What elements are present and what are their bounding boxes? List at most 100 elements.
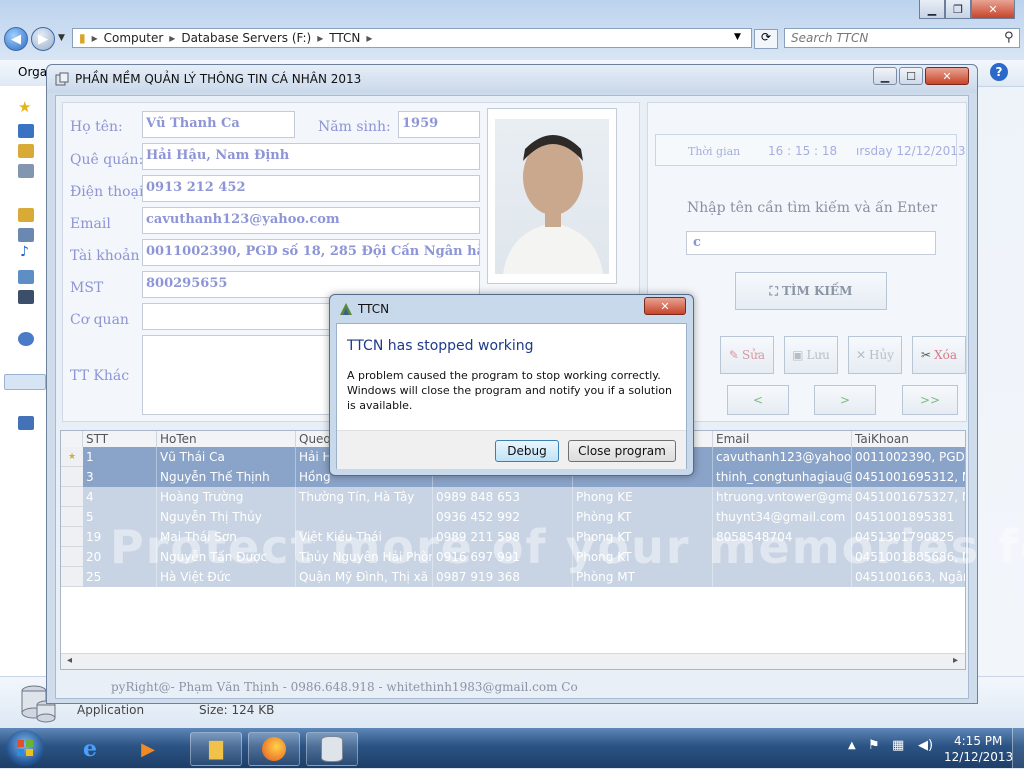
close-program-button[interactable]: Close program [568,440,676,462]
grid-cell[interactable]: 0989 848 653 [433,487,573,507]
horizontal-scrollbar[interactable]: ◂ ▸ [61,653,965,669]
volume-icon[interactable]: ◀) [918,738,933,753]
show-hidden-icons-icon[interactable]: ▲ [848,740,856,751]
cancel-button[interactable]: ✕ Hủy [848,336,902,374]
col-header-stt[interactable]: STT [83,431,157,447]
last-record-button[interactable]: >> [902,385,958,415]
network-status-icon[interactable]: ▦ [892,738,904,753]
row-header[interactable] [61,467,83,487]
refresh-icon[interactable]: ⟳ [754,29,778,49]
app-maximize-button[interactable]: ☐ [899,67,923,85]
grid-cell[interactable]: Phong KT [573,547,713,567]
show-desktop-button[interactable] [1012,728,1024,768]
grid-cell[interactable]: Nguyễn Tấn Được [157,547,296,567]
grid-cell[interactable]: Phong KE [573,487,713,507]
breadcrumb-drive[interactable]: Database Servers (F:) [181,31,311,45]
internet-explorer-icon[interactable]: e [64,732,116,766]
grid-cell[interactable] [296,507,433,527]
grid-cell[interactable]: Mai Thái Sơn [157,527,296,547]
col-header-taikhoan[interactable]: TaiKhoan [852,431,965,447]
breadcrumb-computer[interactable]: Computer [104,31,164,45]
scroll-right-icon[interactable]: ▸ [953,655,958,666]
grid-cell[interactable]: 0987 919 368 [433,567,573,587]
col-header-hoten[interactable]: HoTen [157,431,296,447]
quequan-field[interactable]: Hải Hậu, Nam Định [142,143,480,170]
debug-button[interactable]: Debug [495,440,559,462]
grid-cell[interactable]: Hoàng Trường [157,487,296,507]
row-header[interactable] [61,547,83,567]
search-button[interactable]: ⛶ TÌM KIẾM [735,272,887,310]
grid-cell[interactable]: thuynt34@gmail.com [713,507,852,527]
grid-cell[interactable] [713,567,852,587]
homegroup-icon[interactable] [18,332,34,346]
address-bar[interactable]: ▮ ▸ Computer ▸ Database Servers (F:) ▸ T… [72,28,752,48]
grid-cell[interactable]: 0451001695312, Ng [852,467,965,487]
grid-cell[interactable]: Phòng MT [573,567,713,587]
media-player-icon[interactable]: ▶ [122,732,174,766]
grid-cell[interactable]: Hà Việt Đức [157,567,296,587]
help-icon[interactable]: ? [990,63,1008,81]
app-minimize-button[interactable]: ▁ [873,67,897,85]
grid-cell[interactable]: 0916 697 991 [433,547,573,567]
app-close-button[interactable]: ✕ [925,67,969,85]
windows-explorer-icon[interactable]: ▇ [190,732,242,766]
row-header[interactable] [61,527,83,547]
favorites-star-icon[interactable]: ★ [18,98,31,116]
recent-places-icon[interactable] [18,164,34,178]
downloads-icon[interactable] [18,144,34,158]
grid-cell[interactable]: Thủy Nguyên Hải Phòng [296,547,433,567]
photo-frame[interactable] [487,108,617,284]
col-header-email[interactable]: Email [713,431,852,447]
dialog-close-button[interactable]: ✕ [644,297,686,315]
grid-cell[interactable]: Quận Mỹ Đình, Thị xã H [296,567,433,587]
grid-cell[interactable]: Phong KT [573,527,713,547]
search-icon[interactable]: ⚲ [1004,30,1014,45]
save-button[interactable]: ▣ Lưu [784,336,838,374]
grid-cell[interactable]: 0451001885686, Ng [852,547,965,567]
grid-cell[interactable]: 0451001663, Ngân [852,567,965,587]
pictures-icon[interactable] [18,270,34,284]
grid-cell[interactable]: thinh_congtunhagiau@v [713,467,852,487]
row-header[interactable] [61,567,83,587]
action-center-flag-icon[interactable]: ⚑ [868,738,880,753]
organize-button[interactable]: Orga [18,65,47,79]
network-icon[interactable] [18,416,34,430]
documents-icon[interactable] [18,228,34,242]
clock-time-tray[interactable]: 4:15 PM [954,734,1002,748]
delete-button[interactable]: ✂ Xóa [912,336,966,374]
row-header[interactable] [61,507,83,527]
grid-cell[interactable]: 0451301790825 [852,527,965,547]
grid-cell[interactable]: 25 [83,567,157,587]
grid-cell[interactable]: 0011002390, PGD s [852,447,965,467]
prev-record-button[interactable]: < [727,385,789,415]
address-dropdown-icon[interactable]: ▼ [734,32,741,42]
row-header[interactable] [61,487,83,507]
firefox-icon[interactable] [248,732,300,766]
forward-button[interactable]: ▶ [31,27,55,51]
explorer-minimize-button[interactable]: ▁ [919,0,945,19]
app-title-bar[interactable]: PHẦN MỀM QUẢN LÝ THÔNG TIN CÁ NHÂN 2013 … [47,65,977,93]
grid-cell[interactable] [713,547,852,567]
hoten-field[interactable]: Vũ Thanh Ca [142,111,295,138]
grid-cell[interactable]: Vũ Thái Ca [157,447,296,467]
explorer-maximize-button[interactable]: ❐ [945,0,971,19]
search-input[interactable]: Search TTCN [784,28,1020,48]
grid-cell[interactable]: 5 [83,507,157,527]
computer-icon[interactable] [4,374,46,390]
back-button[interactable]: ◀ [4,27,28,51]
grid-cell[interactable]: 0989 211 598 [433,527,573,547]
row-header[interactable]: ★ [61,447,83,467]
ttcn-taskbar-icon[interactable] [306,732,358,766]
grid-cell[interactable]: 8058548704 [713,527,852,547]
grid-cell[interactable]: Phòng KT [573,507,713,527]
scroll-left-icon[interactable]: ◂ [67,655,72,666]
grid-cell[interactable]: cavuthanh123@yahoo.c [713,447,852,467]
videos-icon[interactable] [18,290,34,304]
dienthoai-field[interactable]: 0913 212 452 [142,175,480,202]
grid-cell[interactable]: htruong.vntower@gmail [713,487,852,507]
edit-button[interactable]: ✎ Sửa [720,336,774,374]
email-field[interactable]: cavuthanh123@yahoo.com [142,207,480,234]
clock-date-tray[interactable]: 12/12/2013 [944,750,1013,764]
grid-cell[interactable]: Thường Tín, Hà Tây [296,487,433,507]
grid-cell[interactable]: Nguyễn Thị Thủy [157,507,296,527]
